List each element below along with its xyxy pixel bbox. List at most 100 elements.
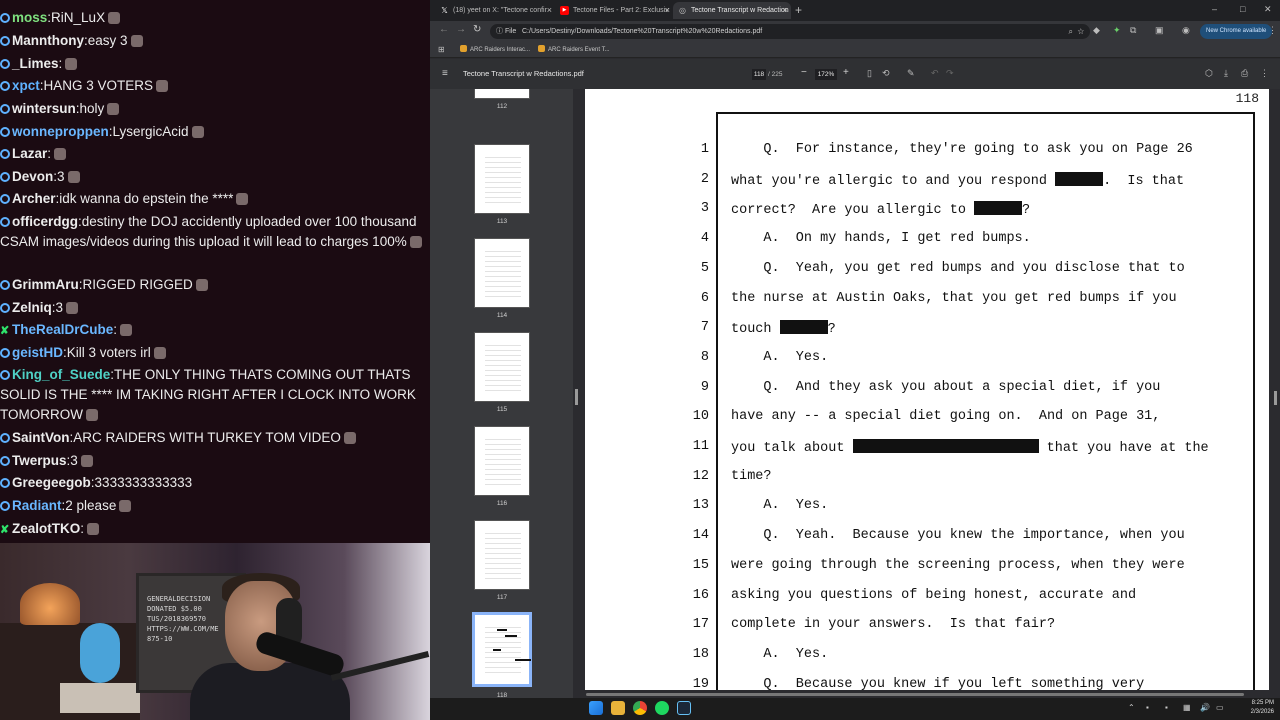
- file-explorer-icon[interactable]: [611, 701, 625, 715]
- address-bar[interactable]: ⓘ File C:/Users/Destiny/Downloads/Tecton…: [490, 24, 1090, 39]
- print-icon[interactable]: ⎙: [1241, 68, 1248, 79]
- system-clock[interactable]: 8:25 PM 2/3/2026: [1251, 699, 1274, 717]
- bookmark-item[interactable]: ARC Raiders Interac...: [460, 42, 530, 58]
- chat-username[interactable]: TheRealDrCube: [12, 322, 113, 337]
- chrome-icon[interactable]: [633, 701, 647, 715]
- file-scheme-chip[interactable]: ⓘ File: [496, 24, 516, 39]
- page-thumbnail[interactable]: [474, 332, 530, 402]
- battery-icon[interactable]: ▭: [1216, 703, 1224, 712]
- volume-icon[interactable]: 🔊: [1200, 703, 1210, 712]
- emote-icon: [195, 279, 208, 291]
- hamburger-menu-icon[interactable]: ≡: [442, 68, 448, 79]
- tray-app-icon[interactable]: ▪: [1146, 703, 1149, 712]
- chat-username[interactable]: wintersun: [12, 101, 76, 116]
- chat-text: 3: [57, 169, 65, 184]
- page-thumbnail[interactable]: [472, 612, 532, 687]
- url-text[interactable]: C:/Users/Destiny/Downloads/Tectone%20Tra…: [522, 24, 762, 39]
- reload-icon[interactable]: ↻: [473, 24, 481, 35]
- back-icon[interactable]: ←: [439, 24, 449, 35]
- fit-page-icon[interactable]: ▯: [867, 68, 872, 79]
- close-tab-icon[interactable]: ×: [547, 2, 552, 19]
- zoom-input[interactable]: 172%: [815, 69, 837, 80]
- chat-badge-icon: [0, 501, 10, 511]
- page-thumbnail[interactable]: [474, 520, 530, 590]
- chat-username[interactable]: _Limes: [12, 56, 59, 71]
- update-chrome-button[interactable]: New Chrome available: [1200, 24, 1273, 39]
- close-tab-icon[interactable]: ×: [665, 2, 670, 19]
- chat-username[interactable]: Zelniq: [12, 300, 52, 315]
- steam-icon[interactable]: [677, 701, 691, 715]
- search-icon[interactable]: ⌕: [1069, 27, 1073, 36]
- horizontal-scrollbar[interactable]: [581, 690, 1272, 698]
- scrollbar-grip[interactable]: [1274, 391, 1277, 405]
- scrollbar-grip[interactable]: [586, 693, 1244, 696]
- network-icon[interactable]: ▦: [1183, 703, 1191, 712]
- pdf-viewer[interactable]: 118 1 Q. For instance, they're going to …: [581, 89, 1280, 698]
- new-tab-icon[interactable]: +: [795, 2, 802, 19]
- chat-username[interactable]: ZealotTKO: [12, 521, 80, 536]
- apps-grid-icon[interactable]: ⊞: [438, 42, 445, 58]
- menu-dots-icon[interactable]: ⋮: [1268, 25, 1277, 36]
- bookmark-item[interactable]: ARC Raiders Event T...: [538, 42, 610, 58]
- minimize-icon[interactable]: –: [1212, 4, 1217, 14]
- mic-arm: [330, 650, 430, 682]
- chat-username[interactable]: Greegeegob: [12, 475, 91, 490]
- forward-icon[interactable]: →: [456, 24, 466, 35]
- page-thumbnail[interactable]: [474, 426, 530, 496]
- windows-start-icon[interactable]: [589, 701, 603, 715]
- chat-username[interactable]: officerdgg: [12, 214, 78, 229]
- zoom-out-icon[interactable]: −: [801, 67, 807, 78]
- tab-label: Tectone Transcript w Redaction: [691, 7, 789, 14]
- chat-username[interactable]: Archer: [12, 191, 56, 206]
- chat-username[interactable]: King_of_Suede: [12, 367, 110, 382]
- extension-icon[interactable]: ✦: [1113, 25, 1121, 36]
- chat-username[interactable]: GrimmAru: [12, 277, 79, 292]
- puzzle-icon[interactable]: ⧉: [1130, 25, 1136, 36]
- chat-username[interactable]: Radiant: [12, 498, 62, 513]
- close-window-icon[interactable]: ✕: [1264, 4, 1272, 15]
- thumbnail-scrollbar[interactable]: [573, 89, 581, 698]
- url-prefix: File: [504, 28, 517, 35]
- clock-time: 8:25 PM: [1251, 700, 1274, 706]
- rotate-icon[interactable]: ⟲: [882, 68, 890, 79]
- taskbar: ⌃ ▪ ▪ ▦ 🔊 ▭ 8:25 PM 2/3/2026: [430, 698, 1280, 720]
- close-tab-icon[interactable]: ×: [783, 2, 788, 19]
- vertical-scrollbar[interactable]: [1272, 89, 1280, 698]
- spotify-icon[interactable]: [655, 701, 669, 715]
- chat-username[interactable]: Twerpus: [12, 453, 67, 468]
- more-options-icon[interactable]: ⋮: [1260, 68, 1269, 79]
- chat-username[interactable]: xpct: [12, 78, 40, 93]
- page-thumbnail[interactable]: [474, 144, 530, 214]
- page-thumbnail[interactable]: [474, 89, 530, 99]
- download-icon[interactable]: ⤓: [1224, 68, 1228, 79]
- annotate-icon[interactable]: ✎: [907, 68, 915, 79]
- extension-icon[interactable]: ◆: [1093, 25, 1100, 36]
- tab-pdf[interactable]: ◎ Tectone Transcript w Redaction ×: [673, 2, 791, 19]
- chat-username[interactable]: Lazar: [12, 146, 47, 161]
- redo-icon[interactable]: ↷: [946, 68, 954, 79]
- page-number-input[interactable]: 118: [752, 69, 766, 80]
- zoom-in-icon[interactable]: +: [843, 67, 849, 78]
- chat-text: 3: [70, 453, 78, 468]
- thumbnail-redaction: [515, 659, 531, 661]
- chat-username[interactable]: geistHD: [12, 345, 63, 360]
- page-thumbnail[interactable]: [474, 238, 530, 308]
- chat-username[interactable]: SaintVon: [12, 430, 70, 445]
- sidebar-icon[interactable]: ▣: [1155, 25, 1164, 36]
- thumbnail-page-number: 116: [496, 500, 508, 507]
- star-icon[interactable]: ☆: [1077, 27, 1084, 36]
- undo-icon[interactable]: ↶: [931, 68, 939, 79]
- emote-icon: [120, 324, 133, 336]
- tray-overflow-icon[interactable]: ⌃: [1128, 703, 1135, 712]
- tab-youtube[interactable]: ▶ Tectone Files - Part 2: Exclusiv ×: [555, 2, 673, 19]
- chat-username[interactable]: moss: [12, 10, 47, 25]
- tab-x-post[interactable]: 𝕏 (18) yeet on X: "Tectone confir ×: [435, 2, 555, 19]
- tray-app-icon[interactable]: ▪: [1165, 703, 1168, 712]
- chat-username[interactable]: Mannthony: [12, 33, 84, 48]
- maximize-icon[interactable]: □: [1240, 4, 1245, 14]
- profile-icon[interactable]: ◉: [1182, 25, 1190, 36]
- chat-username[interactable]: Devon: [12, 169, 53, 184]
- chat-username[interactable]: wonneproppen: [12, 124, 109, 139]
- sign-icon[interactable]: ⬡: [1205, 68, 1213, 79]
- scrollbar-grip[interactable]: [575, 389, 578, 405]
